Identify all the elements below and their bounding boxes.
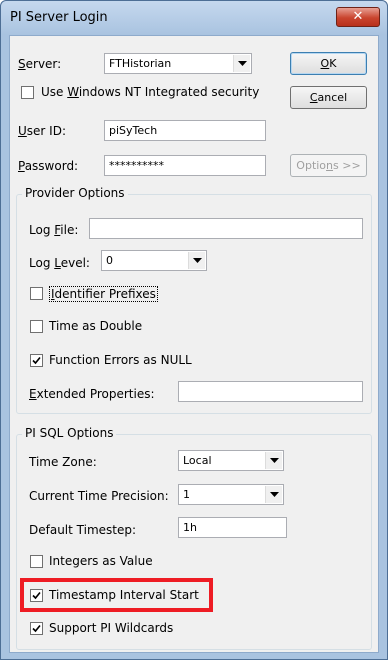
support-pi-wildcards-label: Support PI Wildcards bbox=[49, 621, 174, 635]
dialog-client: Server: FTHistorian OK Use Windows NT In… bbox=[9, 35, 379, 653]
close-icon: ✕ bbox=[352, 9, 364, 24]
provider-options-title: Provider Options bbox=[22, 186, 128, 200]
chevron-down-icon[interactable] bbox=[233, 55, 250, 72]
extended-properties-input[interactable] bbox=[178, 381, 363, 402]
function-errors-checkbox[interactable] bbox=[30, 354, 43, 367]
pisql-options-title: PI SQL Options bbox=[22, 426, 117, 440]
password-input[interactable]: ********** bbox=[104, 155, 266, 176]
title-bar[interactable]: PI Server Login ✕ bbox=[1, 1, 387, 35]
ok-button[interactable]: OK bbox=[290, 52, 367, 75]
timestamp-interval-start-label: Timestamp Interval Start bbox=[49, 588, 199, 602]
timestep-input[interactable]: 1h bbox=[178, 517, 287, 538]
time-zone-value: Local bbox=[183, 454, 212, 467]
time-as-double-checkbox[interactable] bbox=[30, 320, 43, 333]
time-as-double-label: Time as Double bbox=[49, 319, 143, 333]
options-button[interactable]: Options >> bbox=[290, 154, 367, 177]
timestep-label: Default Timestep: bbox=[29, 523, 137, 537]
time-zone-label: Time Zone: bbox=[29, 455, 97, 469]
timestamp-interval-start-checkbox[interactable] bbox=[30, 589, 43, 602]
precision-label: Current Time Precision: bbox=[29, 489, 169, 503]
support-pi-wildcards-checkbox[interactable] bbox=[30, 622, 43, 635]
check-icon bbox=[32, 356, 41, 365]
userid-label: User ID: bbox=[18, 124, 67, 138]
server-combobox[interactable]: FTHistorian bbox=[104, 53, 252, 74]
log-level-label: Log Level: bbox=[29, 256, 90, 270]
log-file-label: Log File: bbox=[29, 223, 79, 237]
precision-value: 1 bbox=[183, 488, 190, 501]
cancel-button[interactable]: Cancel bbox=[290, 86, 367, 109]
userid-input[interactable]: piSyTech bbox=[104, 120, 266, 141]
integers-as-value-checkbox[interactable] bbox=[30, 555, 43, 568]
identifier-prefixes-label: Identifier Prefixes bbox=[49, 286, 158, 302]
nt-security-checkbox[interactable] bbox=[21, 86, 34, 99]
function-errors-label: Function Errors as NULL bbox=[49, 353, 192, 367]
check-icon bbox=[32, 591, 41, 600]
integers-as-value-label: Integers as Value bbox=[49, 554, 153, 568]
window-title: PI Server Login bbox=[10, 10, 108, 25]
extended-properties-label: Extended Properties: bbox=[29, 387, 155, 401]
precision-combobox[interactable]: 1 bbox=[178, 484, 284, 505]
server-value: FTHistorian bbox=[109, 57, 172, 70]
log-level-value: 0 bbox=[106, 254, 113, 267]
close-button[interactable]: ✕ bbox=[336, 7, 380, 27]
login-dialog: PI Server Login ✕ Server: FTHistorian OK… bbox=[0, 0, 388, 660]
chevron-down-icon[interactable] bbox=[188, 252, 205, 269]
log-file-input[interactable] bbox=[89, 218, 363, 239]
identifier-prefixes-checkbox[interactable] bbox=[30, 287, 43, 300]
nt-security-label: Use Windows NT Integrated security bbox=[41, 85, 260, 99]
chevron-down-icon[interactable] bbox=[265, 486, 282, 503]
chevron-down-icon[interactable] bbox=[265, 452, 282, 469]
check-icon bbox=[32, 624, 41, 633]
server-label: Server: bbox=[18, 57, 62, 71]
password-label: Password: bbox=[18, 159, 79, 173]
time-zone-combobox[interactable]: Local bbox=[178, 450, 284, 471]
log-level-combobox[interactable]: 0 bbox=[101, 250, 207, 271]
